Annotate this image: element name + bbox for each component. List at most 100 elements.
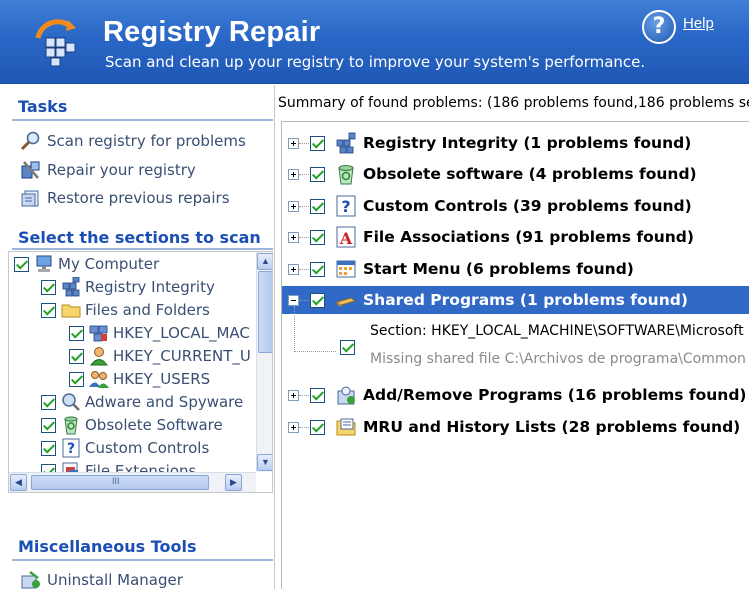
tree-connector bbox=[299, 299, 309, 301]
magnifier-icon bbox=[20, 131, 40, 151]
divider bbox=[12, 559, 273, 561]
registry-cube-icon bbox=[62, 277, 80, 297]
tree-connector bbox=[299, 205, 309, 207]
checkbox[interactable] bbox=[69, 371, 84, 387]
app-subtitle: Scan and clean up your registry to impro… bbox=[105, 53, 646, 71]
result-row-custom-controls[interactable]: ? Custom Controls (39 problems found) bbox=[282, 192, 749, 220]
tree-item-hkcu[interactable]: HKEY_CURRENT_U bbox=[69, 345, 251, 367]
left-panel: Tasks Scan registry for problems Repair … bbox=[0, 85, 275, 589]
divider bbox=[12, 119, 273, 121]
svg-text:A: A bbox=[339, 229, 353, 248]
tree-item-my-computer[interactable]: My Computer bbox=[14, 253, 159, 275]
tree-item-obsolete-software[interactable]: Obsolete Software bbox=[41, 414, 223, 436]
result-row-start-menu[interactable]: Start Menu (6 problems found) bbox=[282, 255, 749, 283]
checkbox[interactable] bbox=[310, 198, 325, 214]
tree-item-custom-controls[interactable]: ? Custom Controls bbox=[41, 437, 209, 459]
detail-section: Section: HKEY_LOCAL_MACHINE\SOFTWARE\Mic… bbox=[370, 323, 744, 339]
expand-icon[interactable] bbox=[288, 137, 299, 149]
task-uninstall-manager[interactable]: Uninstall Manager bbox=[20, 569, 183, 589]
expand-icon[interactable] bbox=[288, 200, 299, 212]
registry-hive-icon bbox=[89, 325, 108, 342]
result-row-file-associations[interactable]: A File Associations (91 problems found) bbox=[282, 223, 749, 251]
task-scan-registry[interactable]: Scan registry for problems bbox=[20, 130, 246, 152]
task-label: Scan registry for problems bbox=[47, 132, 246, 150]
task-label: Restore previous repairs bbox=[47, 189, 230, 207]
summary-text: Summary of found problems: (186 problems… bbox=[278, 95, 749, 111]
help-link[interactable]: Help bbox=[683, 15, 714, 32]
tree-connector bbox=[299, 142, 309, 144]
recycle-bin-icon bbox=[64, 416, 78, 435]
task-label: Uninstall Manager bbox=[47, 571, 183, 589]
checkbox[interactable] bbox=[310, 261, 325, 277]
add-remove-icon bbox=[337, 386, 355, 405]
history-icon bbox=[336, 418, 356, 436]
checkbox[interactable] bbox=[69, 348, 84, 364]
app-title: Registry Repair bbox=[103, 16, 321, 48]
expand-icon[interactable] bbox=[288, 263, 299, 275]
app-header: Registry Repair Scan and clean up your r… bbox=[0, 0, 749, 84]
scroll-up-icon[interactable]: ▲ bbox=[257, 253, 272, 270]
tree-connector bbox=[299, 236, 309, 238]
repair-tools-icon bbox=[21, 161, 40, 179]
tree-item-hku[interactable]: HKEY_USERS bbox=[69, 368, 210, 390]
scroll-right-icon[interactable]: ▶ bbox=[225, 474, 242, 491]
svg-text:?: ? bbox=[67, 441, 75, 457]
checkbox[interactable] bbox=[69, 325, 84, 341]
result-row-shared-programs[interactable]: Shared Programs (1 problems found) bbox=[282, 286, 749, 314]
result-row-mru-history[interactable]: MRU and History Lists (28 problems found… bbox=[282, 413, 749, 441]
scroll-thumb[interactable] bbox=[258, 271, 272, 353]
detail-missing-file: Missing shared file C:\Archivos de progr… bbox=[370, 351, 749, 367]
expand-icon[interactable] bbox=[288, 389, 299, 401]
checkbox[interactable] bbox=[340, 340, 355, 355]
sections-tree[interactable]: My Computer Registry Integrity Files and… bbox=[8, 251, 273, 493]
result-row-add-remove[interactable]: Add/Remove Programs (16 problems found) bbox=[282, 381, 749, 409]
user-icon bbox=[90, 347, 108, 366]
checkbox[interactable] bbox=[41, 417, 56, 433]
shared-programs-icon bbox=[335, 297, 357, 307]
tree-item-registry-integrity[interactable]: Registry Integrity bbox=[41, 276, 215, 298]
sections-heading: Select the sections to scan bbox=[18, 228, 261, 247]
checkbox[interactable] bbox=[41, 440, 56, 456]
detail-item[interactable] bbox=[340, 340, 355, 359]
tree-horizontal-scrollbar[interactable]: ◀ III ▶ bbox=[9, 472, 256, 492]
task-restore-repairs[interactable]: Restore previous repairs bbox=[20, 187, 230, 209]
spyware-icon bbox=[62, 393, 80, 411]
tasks-heading: Tasks bbox=[18, 97, 68, 116]
tree-item-adware-spyware[interactable]: Adware and Spyware bbox=[41, 391, 243, 413]
file-association-icon: A bbox=[336, 226, 356, 248]
scroll-thumb[interactable]: III bbox=[31, 475, 209, 490]
expand-icon[interactable] bbox=[288, 168, 299, 180]
checkbox[interactable] bbox=[14, 256, 29, 272]
collapse-icon[interactable] bbox=[288, 294, 299, 306]
expand-icon[interactable] bbox=[288, 231, 299, 243]
results-tree[interactable]: Registry Integrity (1 problems found) Ob… bbox=[281, 121, 749, 589]
checkbox[interactable] bbox=[41, 394, 56, 410]
start-menu-icon bbox=[336, 260, 356, 278]
recycle-bin-icon bbox=[338, 165, 354, 185]
tree-vertical-scrollbar[interactable]: ▲ ▼ bbox=[256, 252, 272, 472]
tree-connector bbox=[294, 351, 336, 352]
result-row-registry-integrity[interactable]: Registry Integrity (1 problems found) bbox=[282, 129, 749, 157]
checkbox[interactable] bbox=[41, 302, 56, 318]
registry-cube-icon bbox=[35, 19, 76, 67]
tree-item-files-folders[interactable]: Files and Folders bbox=[41, 299, 210, 321]
scroll-left-icon[interactable]: ◀ bbox=[10, 474, 27, 491]
checkbox[interactable] bbox=[310, 135, 325, 151]
tree-connector bbox=[294, 306, 295, 352]
svg-text:?: ? bbox=[341, 197, 350, 216]
checkbox[interactable] bbox=[310, 166, 325, 182]
checkbox[interactable] bbox=[41, 279, 56, 295]
expand-icon[interactable] bbox=[288, 421, 299, 433]
task-label: Repair your registry bbox=[47, 161, 196, 179]
help-icon[interactable]: ? bbox=[642, 10, 676, 44]
tree-item-hklm[interactable]: HKEY_LOCAL_MAC bbox=[69, 322, 250, 344]
checkbox[interactable] bbox=[310, 229, 325, 245]
checkbox[interactable] bbox=[310, 292, 325, 308]
result-row-obsolete-software[interactable]: Obsolete software (4 problems found) bbox=[282, 160, 749, 188]
task-repair-registry[interactable]: Repair your registry bbox=[20, 159, 196, 181]
computer-icon bbox=[36, 255, 52, 272]
checkbox[interactable] bbox=[310, 387, 325, 403]
misc-tools-heading: Miscellaneous Tools bbox=[18, 537, 197, 556]
scroll-down-icon[interactable]: ▼ bbox=[257, 454, 272, 471]
checkbox[interactable] bbox=[310, 419, 325, 435]
